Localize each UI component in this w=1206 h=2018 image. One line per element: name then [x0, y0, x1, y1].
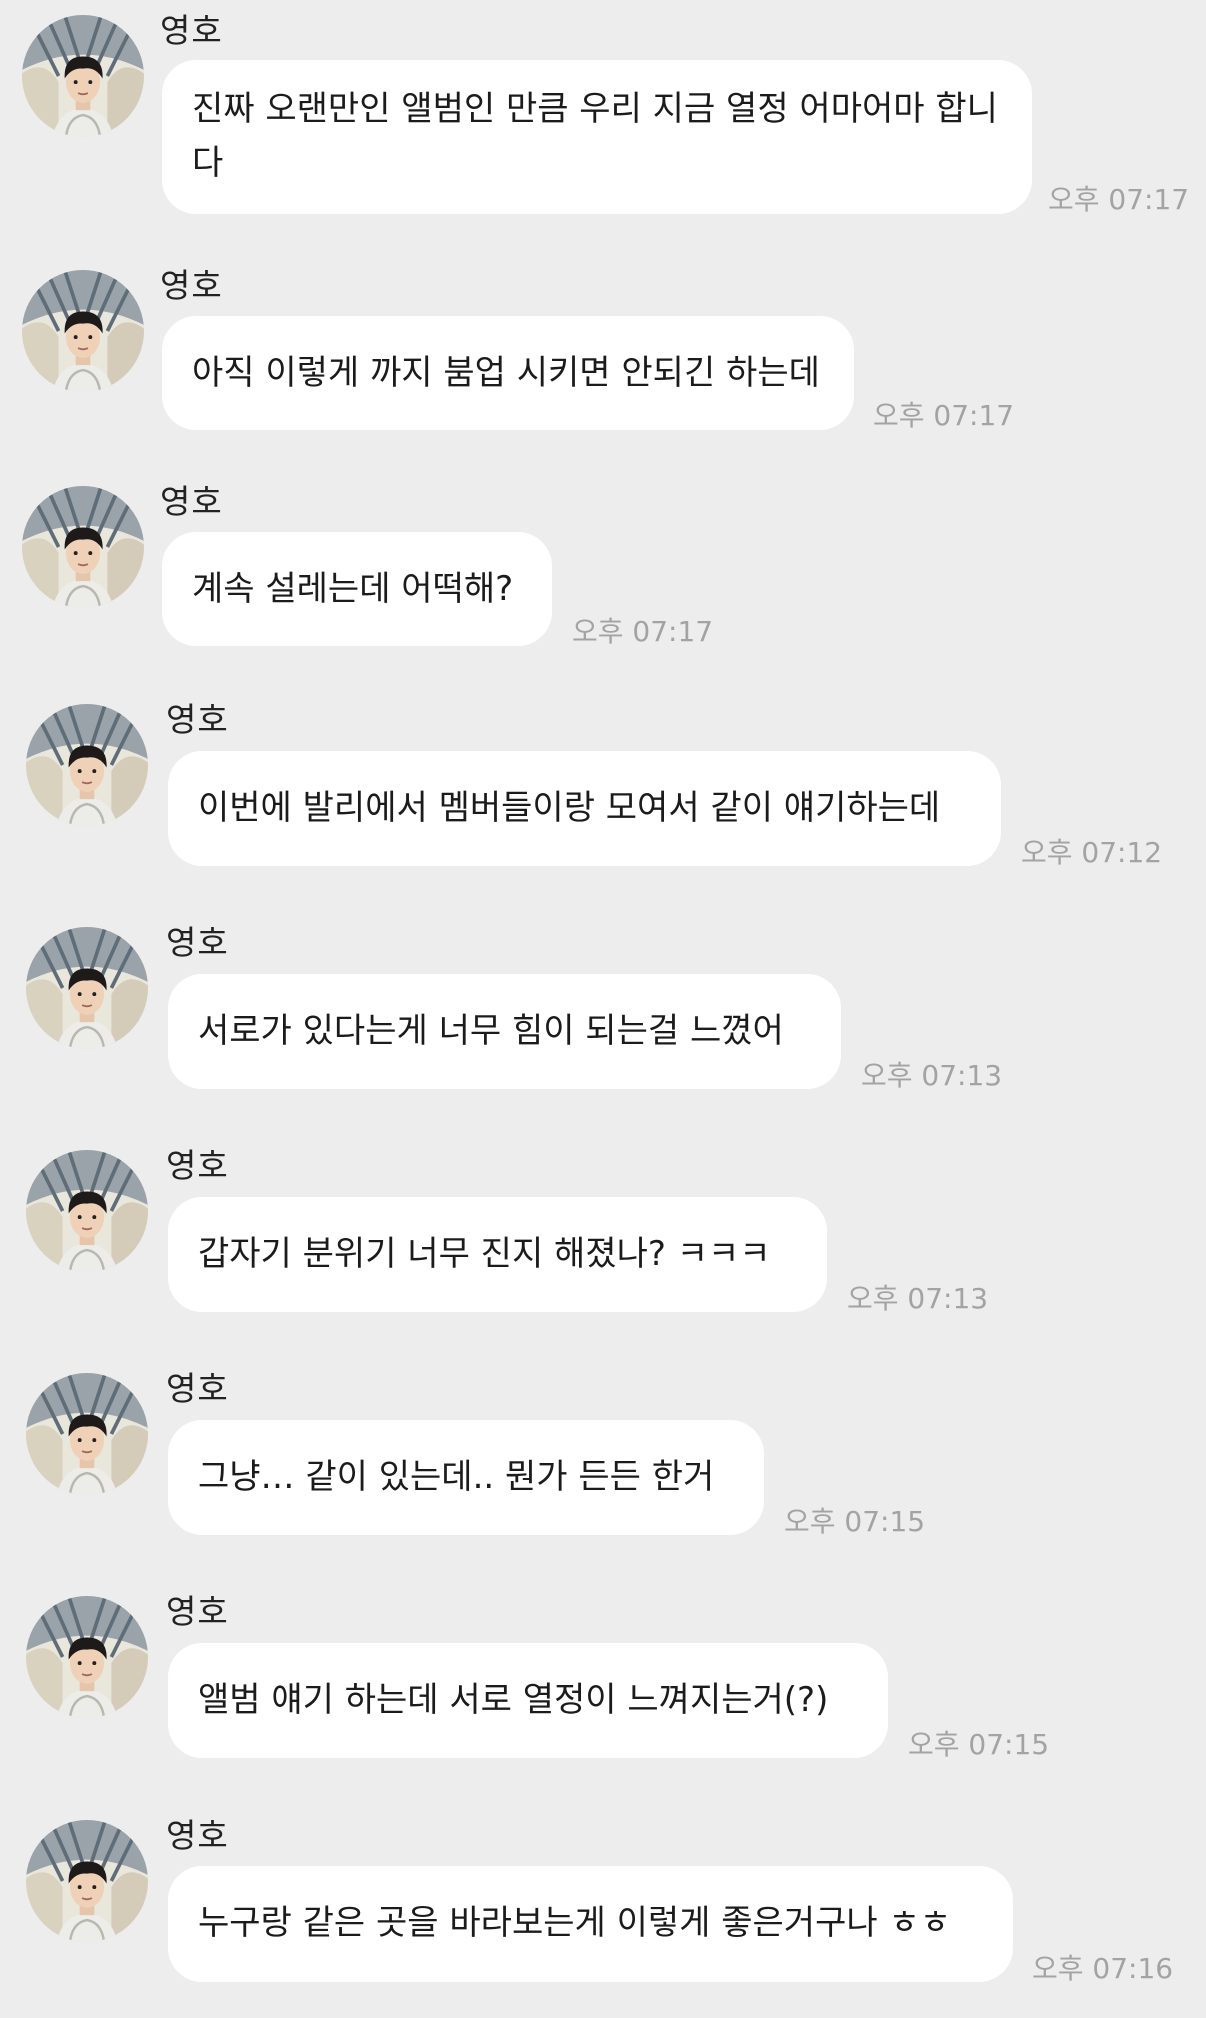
avatar[interactable]	[22, 15, 144, 137]
sender-name: 영호	[160, 482, 223, 521]
profile-photo-icon	[26, 1596, 148, 1718]
chat-view: 영호 진짜 오랜만인 앨범인 만큼 우리 지금 열정 어마어마 합니다 오후 0…	[0, 0, 1206, 2018]
message-time: 오후 07:16	[1032, 1952, 1174, 1985]
avatar[interactable]	[26, 1373, 148, 1495]
avatar[interactable]	[26, 704, 148, 826]
message-time: 오후 07:17	[873, 399, 1015, 432]
message-time: 오후 07:13	[847, 1282, 989, 1315]
profile-photo-icon	[22, 270, 144, 392]
avatar[interactable]	[26, 927, 148, 1049]
avatar[interactable]	[26, 1596, 148, 1718]
avatar[interactable]	[26, 1820, 148, 1942]
profile-photo-icon	[26, 1820, 148, 1942]
profile-photo-icon	[22, 486, 144, 608]
message-bubble[interactable]: 갑자기 분위기 너무 진지 해졌나? ㅋㅋㅋ	[168, 1197, 827, 1312]
message-bubble[interactable]: 이번에 발리에서 멤버들이랑 모여서 같이 얘기하는데	[168, 751, 1001, 866]
sender-name: 영호	[160, 11, 223, 50]
sender-name: 영호	[166, 1816, 229, 1855]
message-time: 오후 07:15	[908, 1728, 1050, 1761]
sender-name: 영호	[166, 1369, 229, 1408]
message-time: 오후 07:17	[572, 615, 714, 648]
sender-name: 영호	[166, 1592, 229, 1631]
sender-name: 영호	[166, 923, 229, 962]
message-bubble[interactable]: 아직 이렇게 까지 붐업 시키면 안되긴 하는데	[162, 316, 854, 430]
sender-name: 영호	[160, 266, 223, 305]
message-time: 오후 07:17	[1048, 183, 1190, 216]
profile-photo-icon	[26, 704, 148, 826]
sender-name: 영호	[166, 700, 229, 739]
profile-photo-icon	[26, 1373, 148, 1495]
profile-photo-icon	[26, 1150, 148, 1272]
avatar[interactable]	[22, 270, 144, 392]
message-time: 오후 07:12	[1021, 836, 1163, 869]
message-bubble[interactable]: 계속 설레는데 어떡해?	[162, 532, 552, 646]
sender-name: 영호	[166, 1146, 229, 1185]
message-bubble[interactable]: 누구랑 같은 곳을 바라보는게 이렇게 좋은거구나 ㅎㅎ	[168, 1866, 1013, 1982]
avatar[interactable]	[22, 486, 144, 608]
profile-photo-icon	[22, 15, 144, 137]
message-time: 오후 07:13	[861, 1059, 1003, 1092]
message-bubble[interactable]: 서로가 있다는게 너무 힘이 되는걸 느꼈어	[168, 974, 841, 1089]
avatar[interactable]	[26, 1150, 148, 1272]
message-bubble[interactable]: 앨범 얘기 하는데 서로 열정이 느껴지는거(?)	[168, 1643, 888, 1758]
message-bubble[interactable]: 그냥… 같이 있는데.. 뭔가 든든 한거	[168, 1420, 764, 1535]
message-time: 오후 07:15	[784, 1505, 926, 1538]
profile-photo-icon	[26, 927, 148, 1049]
message-bubble[interactable]: 진짜 오랜만인 앨범인 만큼 우리 지금 열정 어마어마 합니다	[162, 60, 1032, 214]
